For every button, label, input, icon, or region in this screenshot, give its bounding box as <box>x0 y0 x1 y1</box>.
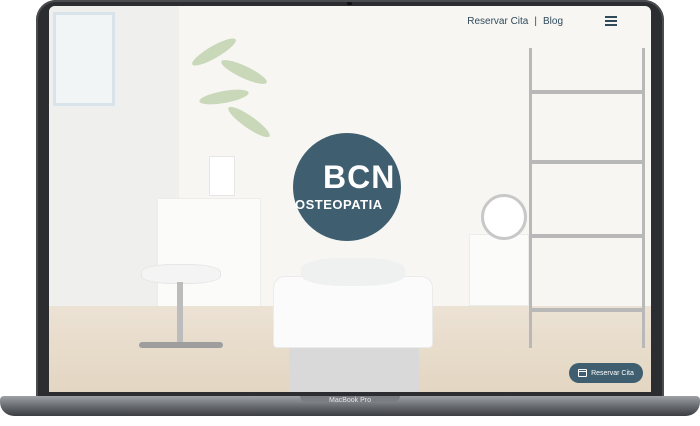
nav-link-blog[interactable]: Blog <box>543 16 563 27</box>
cta-label: Reservar Cita <box>591 369 634 377</box>
nav-link-reservar[interactable]: Reservar Cita <box>467 16 528 27</box>
nav-separator: | <box>534 15 537 27</box>
hamburger-menu-icon[interactable] <box>605 16 617 26</box>
device-label: MacBook Pro <box>328 397 372 404</box>
side-cabinet <box>469 234 529 306</box>
shelf <box>529 234 645 238</box>
shelf <box>529 308 645 312</box>
wall-picture <box>53 12 115 106</box>
stool-foot <box>139 342 223 348</box>
stool-leg <box>177 282 183 342</box>
plant-leaf <box>218 55 270 89</box>
screen: Reservar Cita | Blog BCN OSTEOPATIA Rese… <box>49 6 651 392</box>
shelf <box>529 160 645 164</box>
logo-text-bcn: BCN <box>323 159 396 195</box>
reservar-cita-button[interactable]: Reservar Cita <box>569 363 643 383</box>
top-nav: Reservar Cita | Blog <box>467 14 563 28</box>
stool-seat <box>141 264 221 284</box>
wall-clock <box>481 194 527 240</box>
calendar-icon <box>578 369 588 377</box>
shelf <box>529 90 645 94</box>
plant-leaf <box>198 86 250 108</box>
logo-text-osteopatia: OSTEOPATIA <box>295 197 383 212</box>
treatment-bed <box>273 276 433 348</box>
camera-dot <box>347 2 352 5</box>
bed-base <box>289 346 419 392</box>
bed-pillow <box>301 258 405 286</box>
plant-pot <box>209 156 235 196</box>
plant-leaf <box>225 102 273 142</box>
